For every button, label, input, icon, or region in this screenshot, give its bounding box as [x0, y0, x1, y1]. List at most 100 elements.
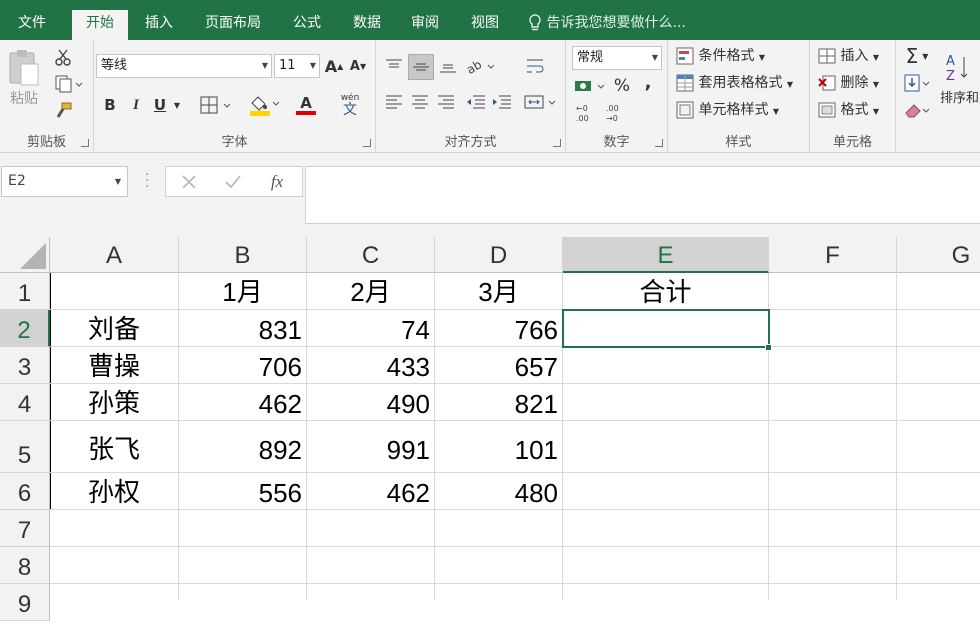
fill-handle[interactable] [765, 344, 772, 351]
formula-input[interactable] [305, 166, 980, 224]
increase-decimal-button[interactable]: ←0.00 [572, 102, 598, 124]
cell-d3[interactable]: 657 [435, 347, 563, 384]
font-name-dropdown[interactable]: 等线 ▼ [96, 54, 272, 78]
cell-a6[interactable]: 孙权 [50, 473, 179, 510]
bold-button[interactable]: B [100, 93, 120, 117]
column-header-b[interactable]: B [179, 237, 307, 273]
cell-d4[interactable]: 821 [435, 384, 563, 421]
confirm-entry-button[interactable] [218, 170, 248, 194]
cell-e1[interactable]: 合计 [563, 273, 769, 310]
number-format-dropdown[interactable]: 常规 ▼ [572, 46, 662, 70]
fill-color-button[interactable] [246, 92, 282, 118]
tab-insert[interactable]: 插入 [132, 10, 186, 40]
cell-c6[interactable]: 462 [307, 473, 435, 510]
cell-c4[interactable]: 490 [307, 384, 435, 421]
cell-e2[interactable] [563, 310, 769, 347]
number-dialog-launcher[interactable] [655, 139, 663, 147]
cell-a4[interactable]: 孙策 [50, 384, 179, 421]
cell-styles-button[interactable]: 单元格样式 ▼ [676, 99, 779, 121]
row-header-4[interactable]: 4 [0, 384, 50, 421]
delete-cells-button[interactable]: 删除 ▼ [818, 72, 879, 94]
column-header-d[interactable]: D [435, 237, 563, 273]
cut-button[interactable] [52, 46, 74, 68]
cell-b6[interactable]: 556 [179, 473, 307, 510]
fill-button[interactable] [902, 72, 932, 94]
percent-style-button[interactable]: % [612, 74, 632, 98]
column-header-c[interactable]: C [307, 237, 435, 273]
insert-function-button[interactable]: fx [262, 170, 292, 194]
cell-e4[interactable] [563, 384, 769, 421]
cell-b4[interactable]: 462 [179, 384, 307, 421]
cancel-entry-button[interactable] [174, 170, 204, 194]
paste-button[interactable]: 粘贴 [4, 46, 44, 110]
conditional-formatting-button[interactable]: 条件格式 ▼ [676, 45, 765, 67]
shrink-font-button[interactable]: A ▼ [348, 55, 368, 77]
cell-c2[interactable]: 74 [307, 310, 435, 347]
cell-d5[interactable]: 101 [435, 421, 563, 473]
select-all-button[interactable] [0, 237, 50, 273]
italic-button[interactable]: I [126, 93, 146, 117]
cell-b3[interactable]: 706 [179, 347, 307, 384]
column-header-e[interactable]: E [563, 237, 769, 273]
format-cells-button[interactable]: 格式 ▼ [818, 99, 879, 121]
tab-page-layout[interactable]: 页面布局 [192, 10, 274, 40]
insert-cells-button[interactable]: 插入 ▼ [818, 45, 879, 67]
tab-review[interactable]: 审阅 [398, 10, 452, 40]
cell-c5[interactable]: 991 [307, 421, 435, 473]
cell-b2[interactable]: 831 [179, 310, 307, 347]
row-header-6[interactable]: 6 [0, 473, 50, 510]
column-header-f[interactable]: F [769, 237, 897, 273]
accounting-format-button[interactable] [572, 74, 608, 98]
row-header-2[interactable]: 2 [0, 310, 50, 347]
font-color-button[interactable]: A [288, 92, 324, 118]
decrease-indent-button[interactable] [464, 90, 488, 114]
cell-c1[interactable]: 2月 [307, 273, 435, 310]
align-center-button[interactable] [408, 90, 432, 114]
cell-a5[interactable]: 张飞 [50, 421, 179, 473]
autosum-button[interactable]: Σ ▼ [902, 44, 932, 68]
cell-e5[interactable] [563, 421, 769, 473]
cell-b1[interactable]: 1月 [179, 273, 307, 310]
bottom-align-button[interactable] [436, 54, 460, 78]
wrap-text-button[interactable] [524, 54, 548, 78]
phonetic-button[interactable]: wén 文 [332, 92, 368, 118]
row-header-3[interactable]: 3 [0, 347, 50, 384]
cell-d2[interactable]: 766 [435, 310, 563, 347]
tab-view[interactable]: 视图 [458, 10, 512, 40]
cell-c3[interactable]: 433 [307, 347, 435, 384]
clipboard-dialog-launcher[interactable] [81, 139, 89, 147]
tell-me-search[interactable]: 告诉我您想要做什么... [528, 10, 686, 36]
font-dialog-launcher[interactable] [363, 139, 371, 147]
tab-home[interactable]: 开始 [72, 10, 128, 40]
format-painter-button[interactable] [52, 100, 74, 122]
borders-button[interactable] [198, 93, 234, 117]
format-as-table-button[interactable]: 套用表格格式 ▼ [676, 72, 793, 94]
row-header-8[interactable]: 8 [0, 547, 50, 584]
top-align-button[interactable] [382, 54, 406, 78]
copy-button[interactable] [52, 73, 86, 95]
row-header-9[interactable]: 9 [0, 584, 50, 621]
font-size-dropdown[interactable]: 11 ▼ [274, 54, 320, 78]
cell-a3[interactable]: 曹操 [50, 347, 179, 384]
sort-filter-button[interactable]: AZ [938, 48, 978, 88]
column-header-a[interactable]: A [50, 237, 179, 273]
cell-e6[interactable] [563, 473, 769, 510]
tab-formulas[interactable]: 公式 [280, 10, 334, 40]
grow-font-button[interactable]: A ▲ [324, 55, 344, 77]
column-header-g[interactable]: G [897, 237, 980, 273]
row-header-5[interactable]: 5 [0, 421, 50, 473]
underline-dropdown[interactable]: ▼ [170, 93, 184, 117]
tab-file[interactable]: 文件 [4, 10, 60, 40]
alignment-dialog-launcher[interactable] [553, 139, 561, 147]
cell-a1[interactable] [50, 273, 179, 310]
formula-bar-grip[interactable]: · · · [145, 168, 149, 194]
orientation-button[interactable]: ab [464, 54, 498, 78]
clear-button[interactable] [902, 99, 932, 121]
align-right-button[interactable] [434, 90, 458, 114]
cell-b5[interactable]: 892 [179, 421, 307, 473]
tab-data[interactable]: 数据 [340, 10, 394, 40]
row-header-1[interactable]: 1 [0, 273, 50, 310]
align-left-button[interactable] [382, 90, 406, 114]
cell-d1[interactable]: 3月 [435, 273, 563, 310]
merge-center-button[interactable] [522, 90, 560, 114]
